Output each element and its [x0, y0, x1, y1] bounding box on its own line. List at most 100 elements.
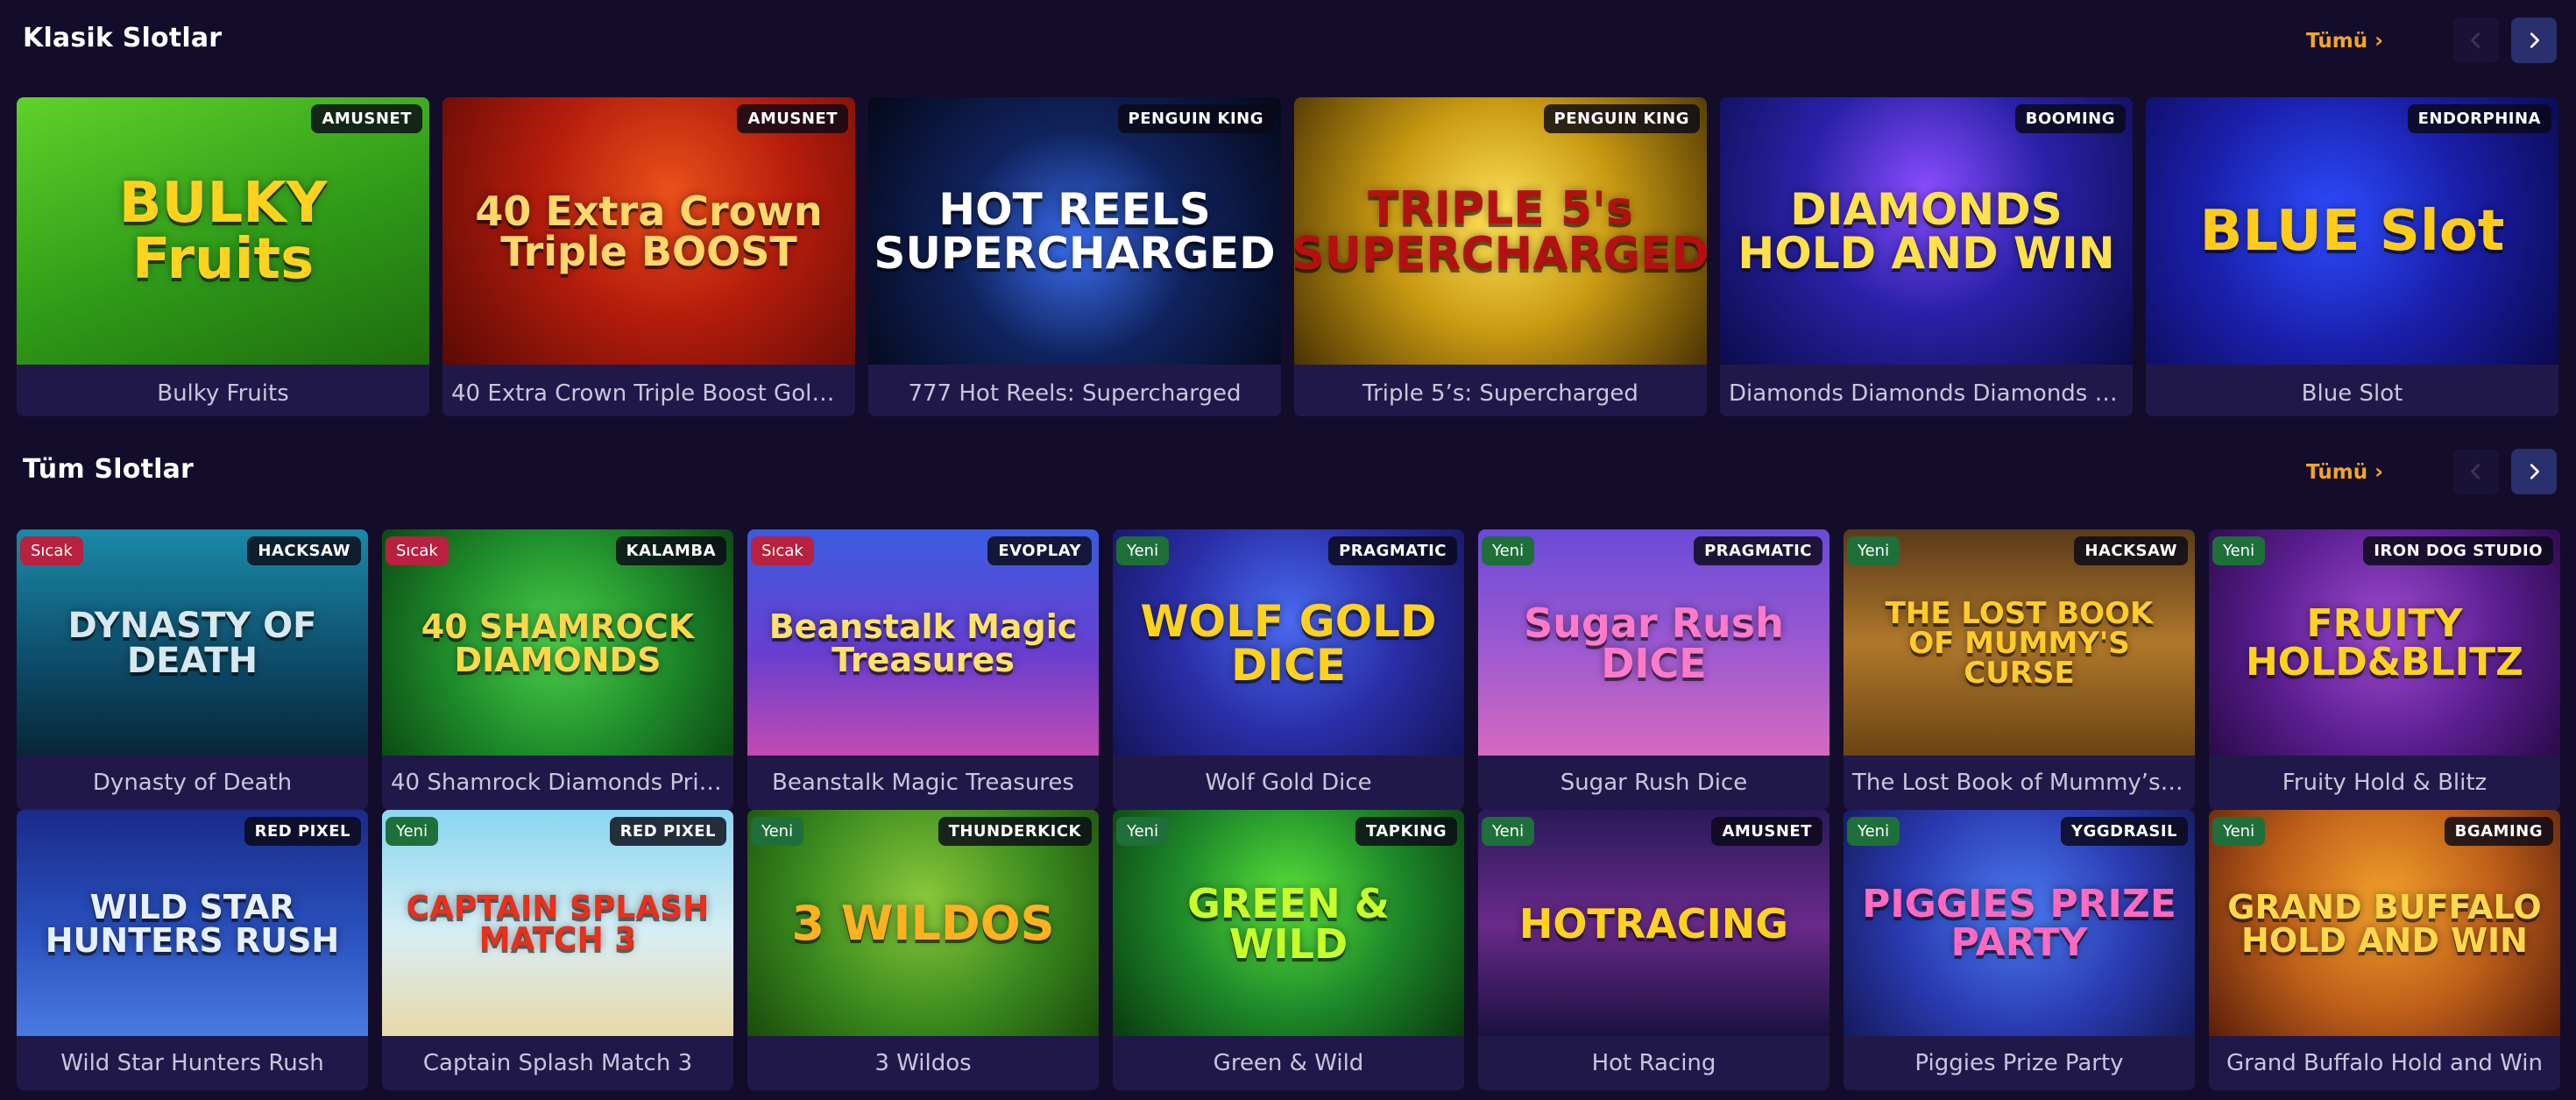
provider-badge: PENGUIN KING — [1543, 104, 1700, 133]
game-art-title: GRAND BUFFALO HOLD AND WIN — [2227, 887, 2542, 960]
game-name: Grand Buffalo Hold and Win — [2209, 1036, 2560, 1090]
game-name: 40 Extra Crown Triple Boost Golde... — [442, 365, 855, 416]
carousel-next-button[interactable] — [2511, 449, 2557, 494]
section-header: Klasik Slotlar Tümü › — [0, 0, 2576, 84]
new-badge: Yeni — [1847, 536, 1900, 565]
game-art-title: FRUITY HOLD&BLITZ — [2245, 600, 2524, 685]
game-carousel: BULKY Fruits AMUSNET Bulky Fruits 40 Ext… — [17, 97, 2559, 416]
game-grid: DYNASTY OF DEATH Sıcak HACKSAW Dynasty o… — [17, 529, 2560, 1099]
provider-badge: YGGDRASIL — [2061, 817, 2188, 846]
game-card[interactable]: WILD STAR HUNTERS RUSH RED PIXEL Wild St… — [17, 810, 368, 1090]
provider-badge: BGAMING — [2444, 817, 2553, 846]
new-badge: Yeni — [751, 817, 804, 846]
section-title: Tüm Slotlar — [23, 454, 195, 485]
game-art-title: BLUE Slot — [2199, 198, 2505, 264]
provider-badge: KALAMBA — [615, 536, 726, 565]
game-thumbnail: DIAMONDS HOLD AND WIN — [1720, 97, 2133, 365]
game-card[interactable]: BLUE Slot ENDORPHINA Blue Slot — [2146, 97, 2558, 416]
new-badge: Yeni — [1116, 817, 1170, 846]
chevron-left-icon — [2471, 32, 2480, 48]
game-art-title: CAPTAIN SPLASH MATCH 3 — [406, 889, 710, 957]
carousel-prev-button[interactable] — [2453, 18, 2499, 63]
all-slots-section: Tüm Slotlar Tümü › DYNASTY OF DEATH Sıcak… — [0, 431, 2576, 1100]
game-name: 40 Shamrock Diamonds Prize... — [382, 756, 733, 810]
game-art-title: Beanstalk Magic Treasures — [768, 607, 1078, 679]
game-name: 777 Hot Reels: Supercharged — [868, 365, 1281, 416]
game-name: Diamonds Diamonds Diamonds Ho... — [1720, 365, 2133, 416]
game-card[interactable]: PIGGIES PRIZE PARTY Yeni YGGDRASIL Piggi… — [1844, 810, 2195, 1090]
chevron-right-icon: › — [2374, 28, 2383, 53]
game-card[interactable]: HOT REELS SUPERCHARGED PENGUIN KING 777 … — [868, 97, 1281, 416]
game-card[interactable]: Sugar Rush DICE Yeni PRAGMATIC Sugar Rus… — [1478, 529, 1829, 810]
game-name: 3 Wildos — [747, 1036, 1099, 1090]
see-all-link[interactable]: Tümü › — [2306, 459, 2383, 484]
new-badge: Yeni — [2212, 817, 2266, 846]
game-card[interactable]: Beanstalk Magic Treasures Sıcak EVOPLAY … — [747, 529, 1099, 810]
provider-badge: PENGUIN KING — [1117, 104, 1274, 133]
new-badge: Yeni — [2212, 536, 2266, 565]
game-art-title: 3 WILDOS — [791, 895, 1055, 951]
game-card[interactable]: TRIPLE 5's SUPERCHARGED PENGUIN KING Tri… — [1294, 97, 1707, 416]
game-name: Bulky Fruits — [17, 365, 429, 416]
game-name: Wolf Gold Dice — [1113, 756, 1464, 810]
game-art-title: Sugar Rush DICE — [1524, 599, 1784, 687]
new-badge: Yeni — [1482, 536, 1535, 565]
chevron-right-icon — [2530, 464, 2539, 479]
classic-slots-section: Klasik Slotlar Tümü › BULKY Fruits AMUSNE… — [0, 0, 2576, 416]
game-art-title: WILD STAR HUNTERS RUSH — [45, 887, 340, 960]
game-card[interactable]: 3 WILDOS Yeni THUNDERKICK 3 Wildos — [747, 810, 1099, 1090]
game-card[interactable]: WOLF GOLD DICE Yeni PRAGMATIC Wolf Gold … — [1113, 529, 1464, 810]
game-art-title: BULKY Fruits — [118, 170, 328, 292]
provider-badge: PRAGMATIC — [1694, 536, 1822, 565]
provider-badge: TAPKING — [1355, 817, 1457, 846]
game-card[interactable]: THE LOST BOOK OF MUMMY'S CURSE Yeni HACK… — [1844, 529, 2195, 810]
provider-badge: EVOPLAY — [987, 536, 1092, 565]
chevron-right-icon — [2530, 32, 2539, 48]
new-badge: Yeni — [386, 817, 439, 846]
provider-badge: RED PIXEL — [609, 817, 726, 846]
carousel-next-button[interactable] — [2511, 18, 2557, 63]
game-name: Blue Slot — [2146, 365, 2558, 416]
game-thumbnail: TRIPLE 5's SUPERCHARGED — [1294, 97, 1707, 365]
game-art-title: WOLF GOLD DICE — [1140, 595, 1437, 691]
provider-badge: ENDORPHINA — [2407, 104, 2551, 133]
game-name: The Lost Book of Mummy’s C... — [1844, 756, 2195, 810]
game-art-title: DYNASTY OF DEATH — [67, 605, 317, 681]
provider-badge: BOOMING — [2014, 104, 2126, 133]
game-card[interactable]: DIAMONDS HOLD AND WIN BOOMING Diamonds D… — [1720, 97, 2133, 416]
section-header: Tüm Slotlar Tümü › — [0, 431, 2576, 515]
game-card[interactable]: GRAND BUFFALO HOLD AND WIN Yeni BGAMING … — [2209, 810, 2560, 1090]
game-name: Triple 5’s: Supercharged — [1294, 365, 1707, 416]
game-art-title: THE LOST BOOK OF MUMMY'S CURSE — [1885, 595, 2154, 691]
provider-badge: AMUSNET — [737, 104, 848, 133]
provider-badge: RED PIXEL — [244, 817, 361, 846]
game-card[interactable]: GREEN & WILD Yeni TAPKING Green & Wild — [1113, 810, 1464, 1090]
hot-badge: Sıcak — [20, 536, 83, 565]
new-badge: Yeni — [1482, 817, 1535, 846]
hot-badge: Sıcak — [386, 536, 449, 565]
game-thumbnail: HOT REELS SUPERCHARGED — [868, 97, 1281, 365]
carousel-prev-button[interactable] — [2453, 449, 2499, 494]
provider-badge: THUNDERKICK — [938, 817, 1092, 846]
game-art-title: 40 SHAMROCK DIAMONDS — [421, 607, 695, 679]
game-name: Sugar Rush Dice — [1478, 756, 1829, 810]
game-card[interactable]: 40 Extra Crown Triple BOOST AMUSNET 40 E… — [442, 97, 855, 416]
chevron-right-icon: › — [2374, 459, 2383, 484]
game-thumbnail: BULKY Fruits — [17, 97, 429, 365]
game-name: Fruity Hold & Blitz — [2209, 756, 2560, 810]
game-name: Green & Wild — [1113, 1036, 1464, 1090]
game-card[interactable]: 40 SHAMROCK DIAMONDS Sıcak KALAMBA 40 Sh… — [382, 529, 733, 810]
game-card[interactable]: FRUITY HOLD&BLITZ Yeni IRON DOG STUDIO F… — [2209, 529, 2560, 810]
game-card[interactable]: DYNASTY OF DEATH Sıcak HACKSAW Dynasty o… — [17, 529, 368, 810]
game-name: Dynasty of Death — [17, 756, 368, 810]
game-card[interactable]: BULKY Fruits AMUSNET Bulky Fruits — [17, 97, 429, 416]
game-card[interactable]: HOTRACING Yeni AMUSNET Hot Racing — [1478, 810, 1829, 1090]
game-name: Captain Splash Match 3 — [382, 1036, 733, 1090]
new-badge: Yeni — [1116, 536, 1170, 565]
see-all-link[interactable]: Tümü › — [2306, 28, 2383, 53]
game-card[interactable]: CAPTAIN SPLASH MATCH 3 Yeni RED PIXEL Ca… — [382, 810, 733, 1090]
provider-badge: AMUSNET — [1711, 817, 1822, 846]
game-art-title: DIAMONDS HOLD AND WIN — [1737, 183, 2115, 279]
game-art-title: HOTRACING — [1518, 899, 1789, 947]
see-all-label: Tümü — [2305, 461, 2368, 484]
